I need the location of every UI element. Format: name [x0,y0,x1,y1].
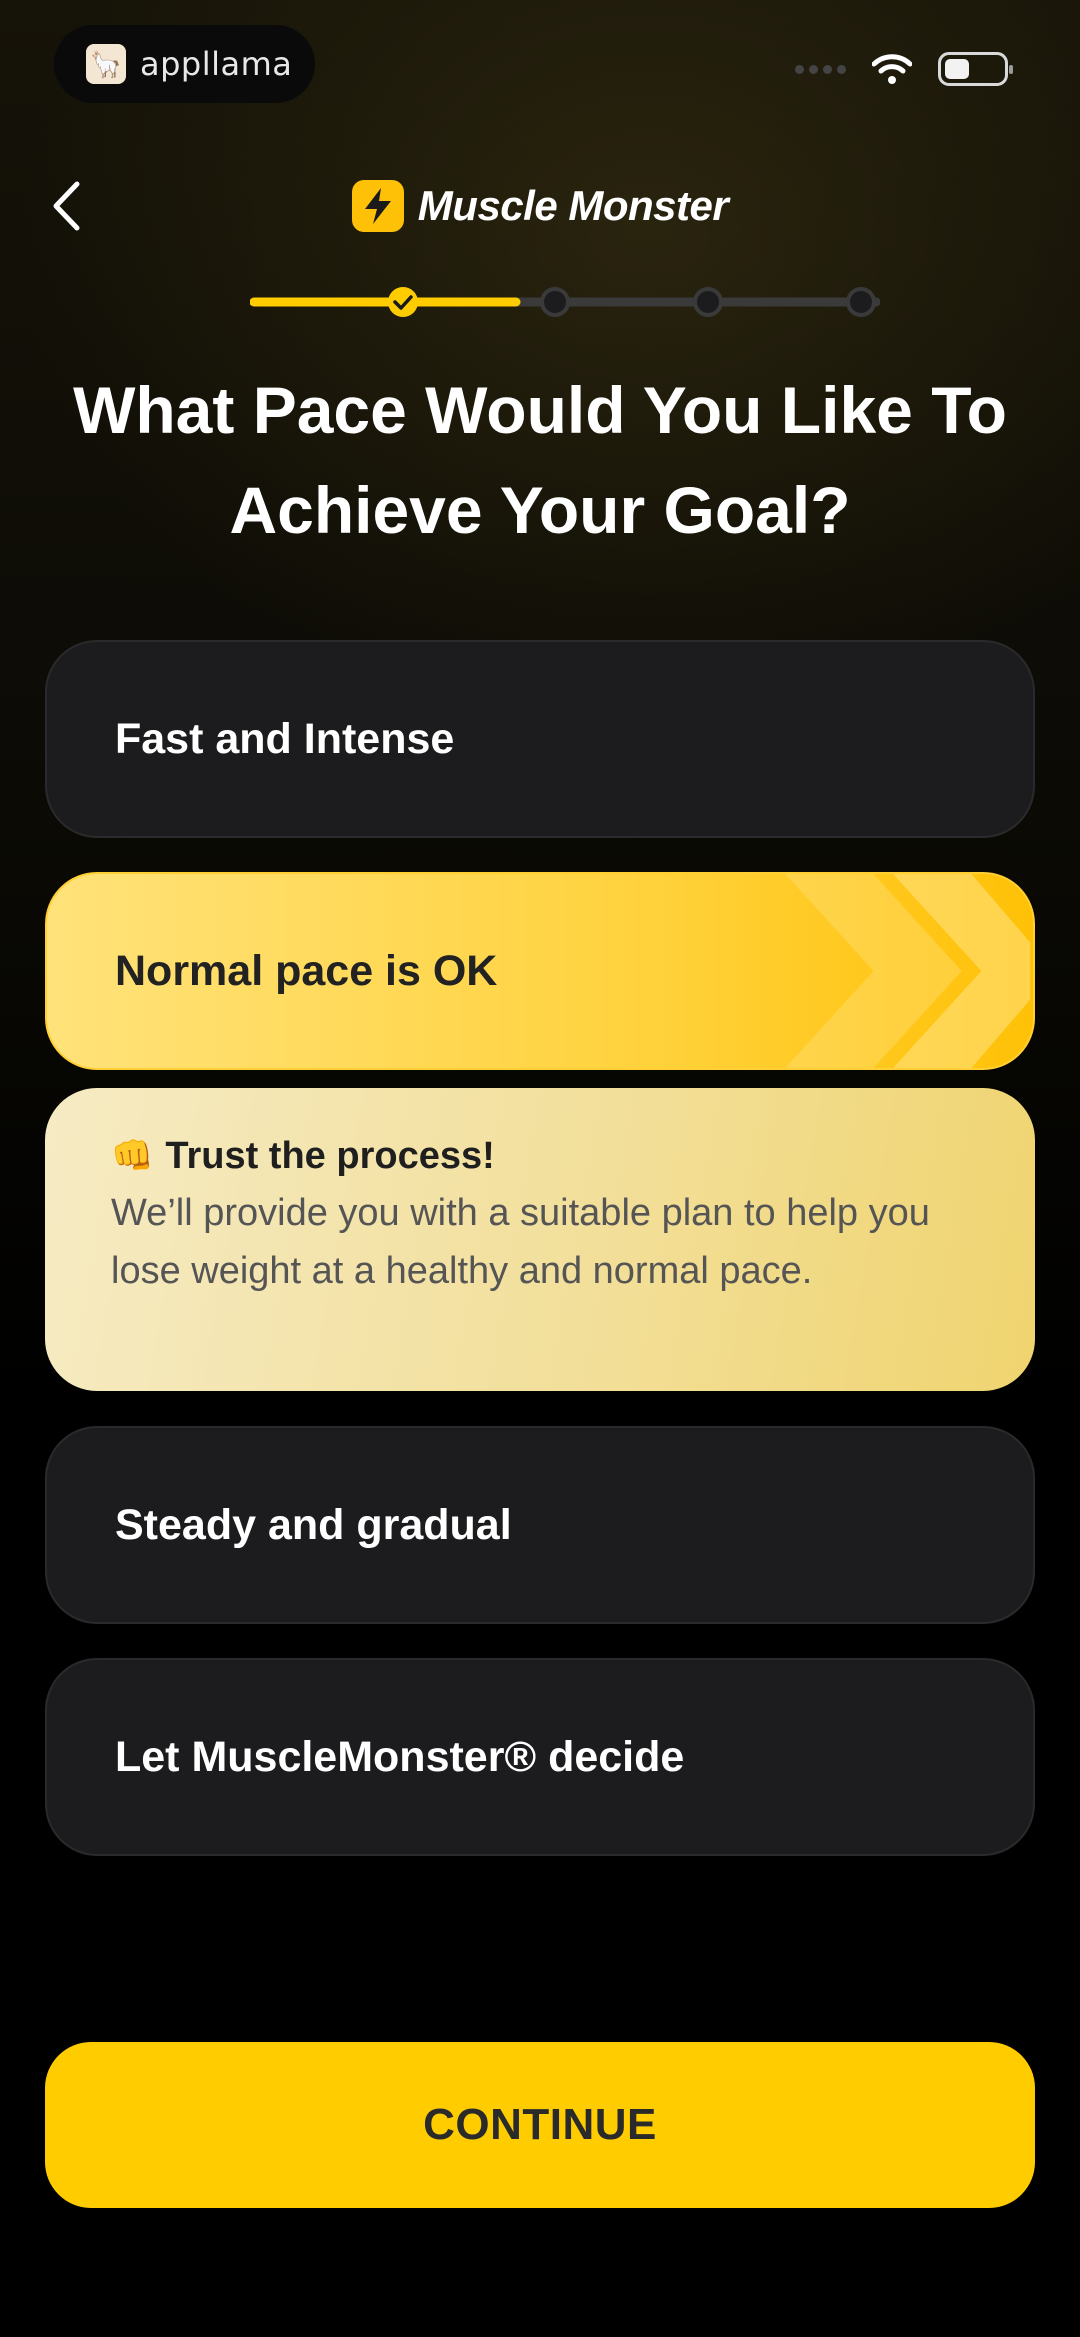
tip-title: Trust the process! [165,1134,495,1177]
signal-icon [795,64,846,74]
status-brand-text: appllama [140,45,293,83]
status-indicators [795,52,1013,86]
option-label: Fast and Intense [115,714,455,763]
lightning-logo-icon [351,180,404,232]
question-title: What Pace Would You Like To Achieve Your… [73,373,1007,547]
step-4-dot [846,287,876,317]
progress-stepper [250,287,880,317]
option-tip-card: 👊 Trust the process! We’ll provide you w… [45,1088,1035,1391]
status-brand-pill: 🦙 appllama [54,25,315,103]
step-1-complete-icon [388,287,418,317]
battery-icon [938,52,1013,86]
option-normal-pace[interactable]: Normal pace is OK [45,872,1035,1070]
option-fast-and-intense[interactable]: Fast and Intense [45,640,1035,838]
step-3-dot [693,287,723,317]
wifi-icon [872,54,912,84]
option-label: Let MuscleMonster® decide [115,1732,685,1781]
llama-logo-icon: 🦙 [86,44,126,84]
app-name: Muscle Monster [417,182,729,229]
option-steady-and-gradual[interactable]: Steady and gradual [45,1426,1035,1624]
app-logo: Muscle Monster [0,180,1080,232]
continue-button[interactable]: CONTINUE [45,2042,1035,2208]
option-let-musclemonster-decide[interactable]: Let MuscleMonster® decide [45,1658,1035,1856]
option-label: Normal pace is OK [115,946,498,995]
chevron-decoration-icon [785,874,1031,1068]
option-label: Steady and gradual [115,1500,512,1549]
fist-icon: 👊 [111,1137,154,1175]
tip-body: We’ll provide you with a suitable plan t… [111,1192,930,1292]
step-2-dot [540,287,570,317]
